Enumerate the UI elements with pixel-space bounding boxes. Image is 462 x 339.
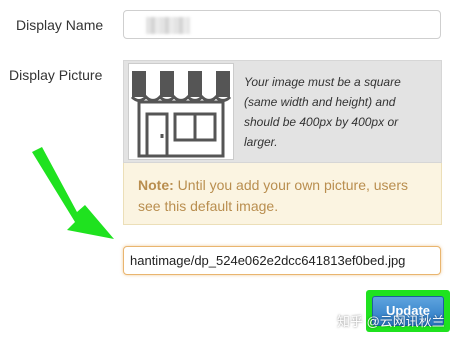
picture-requirements-text: Your image must be a square (same width … bbox=[244, 75, 401, 149]
image-path-value: hantimage/dp_524e062e2dcc641813ef0bed.jp… bbox=[130, 253, 406, 268]
storefront-icon bbox=[130, 71, 232, 158]
note-text: Note: Until you add your own picture, us… bbox=[138, 175, 434, 217]
image-path-input[interactable]: hantimage/dp_524e062e2dcc641813ef0bed.jp… bbox=[123, 246, 441, 275]
watermark: 知乎 @云网讯秋兰 bbox=[337, 314, 445, 329]
default-picture-thumbnail bbox=[128, 63, 234, 160]
note-label: Note: bbox=[138, 177, 174, 193]
profile-form: Display Name Display Picture Your image … bbox=[0, 0, 462, 339]
arrow-icon bbox=[32, 147, 114, 239]
display-name-value-blurred bbox=[146, 17, 190, 34]
note-body: Until you add your own picture, users se… bbox=[138, 177, 409, 214]
